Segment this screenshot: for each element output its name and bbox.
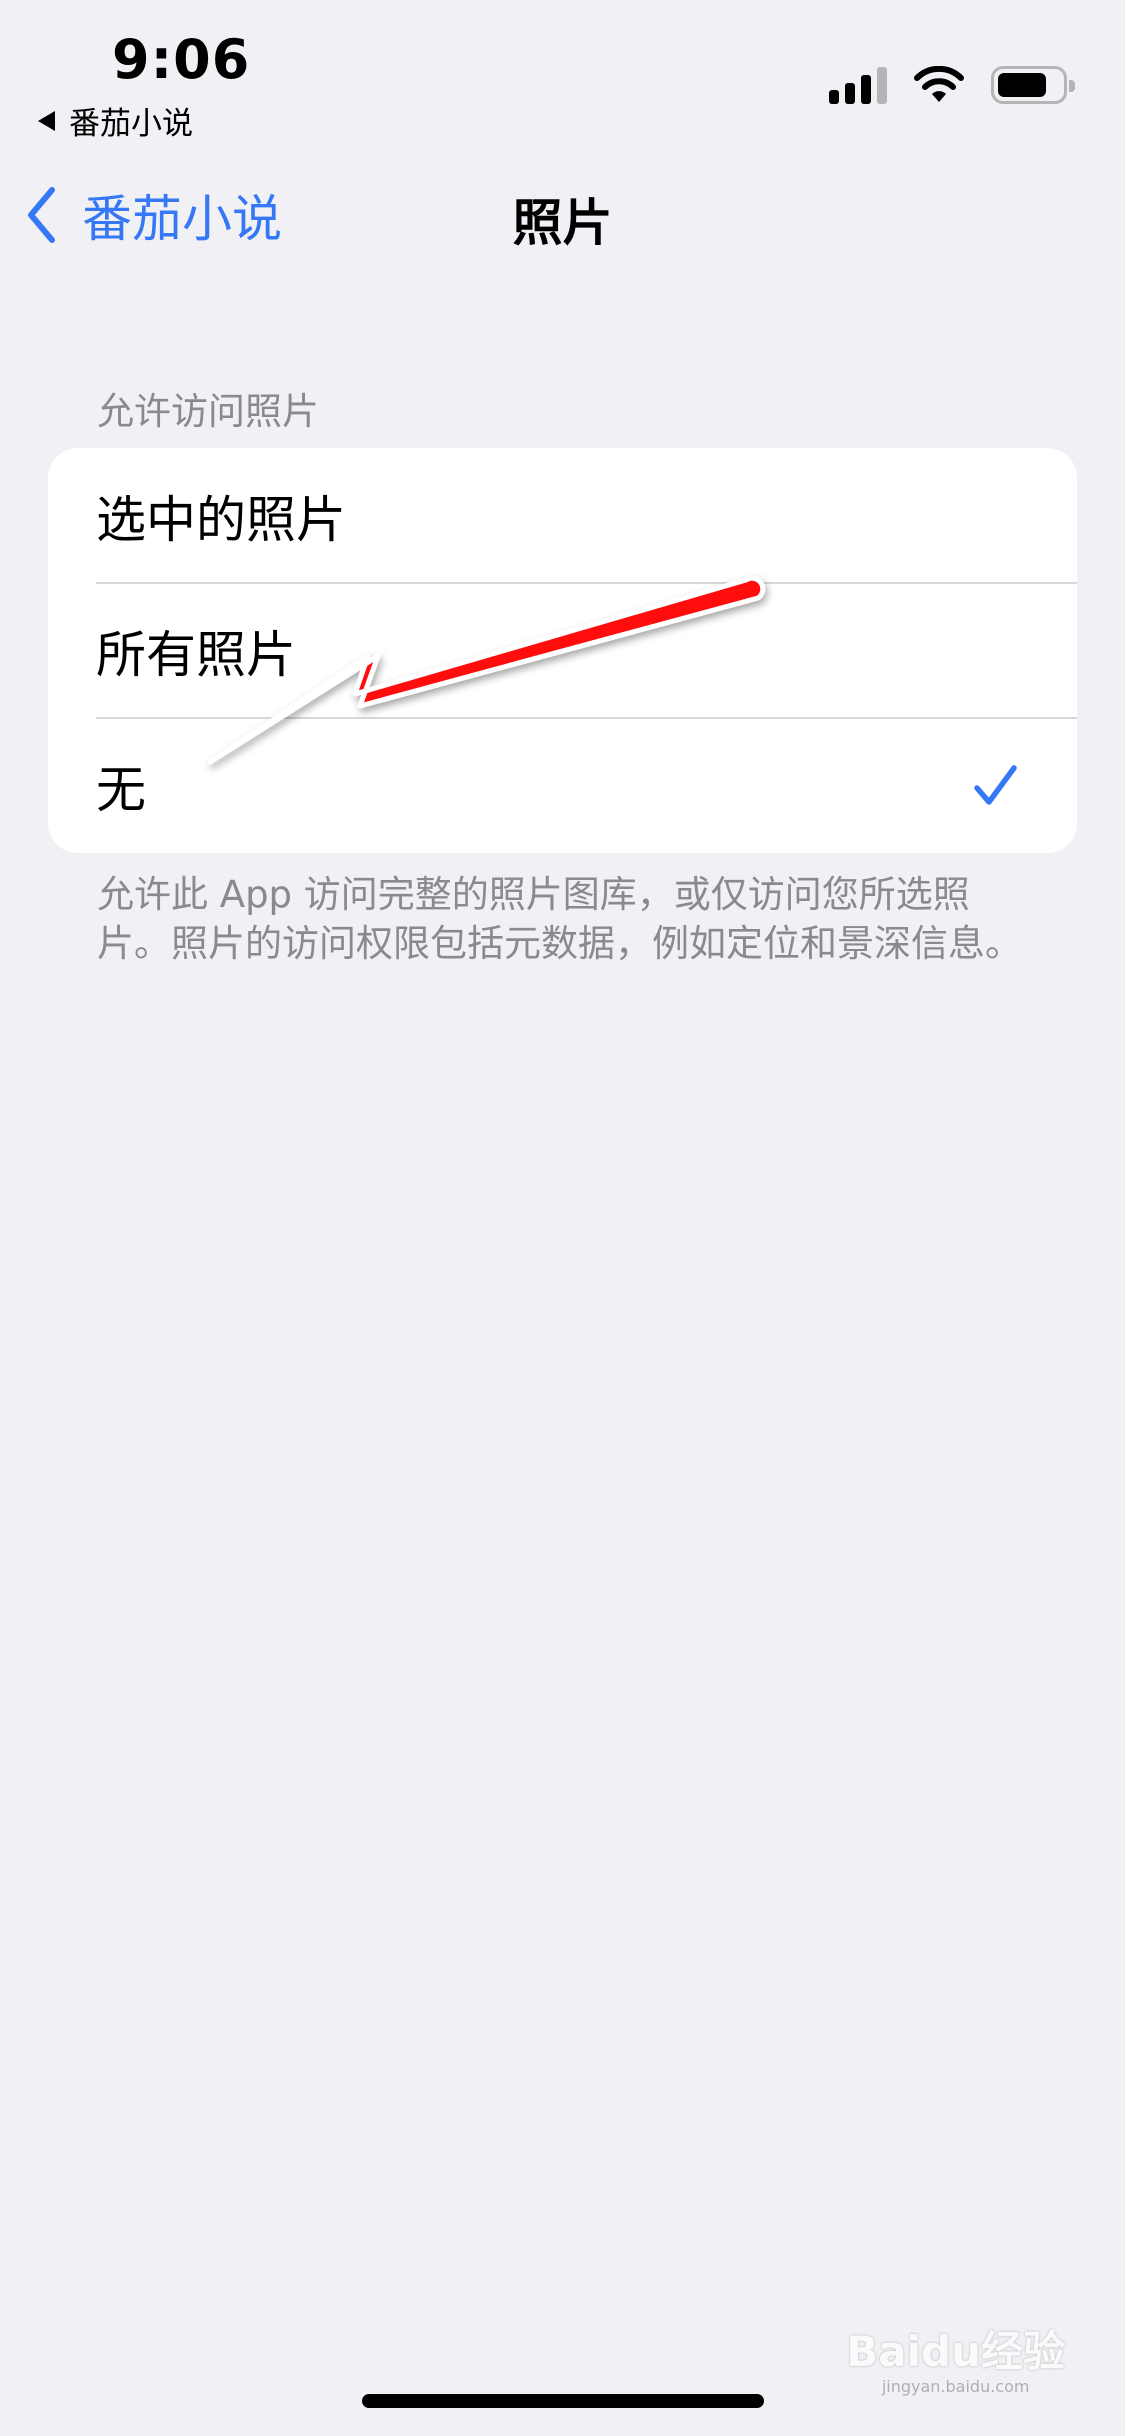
wifi-icon — [914, 66, 964, 102]
status-bar: 9:06 番茄小说 — [0, 0, 1125, 143]
option-label: 所有照片 — [96, 625, 296, 684]
section-header: 允许访问照片 — [97, 390, 319, 433]
option-selected-photos[interactable]: 选中的照片 — [48, 448, 1077, 583]
battery-level — [998, 73, 1046, 97]
watermark-brand: Baidu经验 — [846, 2327, 1065, 2376]
back-app-label: 番茄小说 — [69, 106, 193, 142]
back-to-app-link[interactable]: 番茄小说 — [38, 98, 193, 143]
option-all-photos[interactable]: 所有照片 — [48, 583, 1077, 718]
section-footer: 允许此 App 访问完整的照片图库，或仅访问您所选照片。照片的访问权限包括元数据… — [97, 873, 1022, 965]
option-label: 无 — [96, 760, 146, 819]
checkmark-icon — [974, 765, 1017, 805]
cellular-signal-icon — [829, 66, 887, 104]
home-indicator[interactable] — [362, 2394, 764, 2408]
watermark-url: jingyan.baidu.com — [881, 2377, 1030, 2396]
status-time: 9:06 — [112, 28, 251, 91]
option-label: 选中的照片 — [96, 490, 346, 549]
status-icons — [829, 66, 1075, 104]
option-none[interactable]: 无 — [48, 718, 1077, 853]
page-title: 照片 — [512, 194, 613, 252]
battery-icon — [991, 66, 1075, 104]
photo-access-options: 选中的照片 所有照片 无 — [48, 448, 1077, 853]
back-triangle-icon — [38, 110, 55, 131]
baidu-watermark: Baidu经验 jingyan.baidu.com — [846, 2318, 1065, 2396]
